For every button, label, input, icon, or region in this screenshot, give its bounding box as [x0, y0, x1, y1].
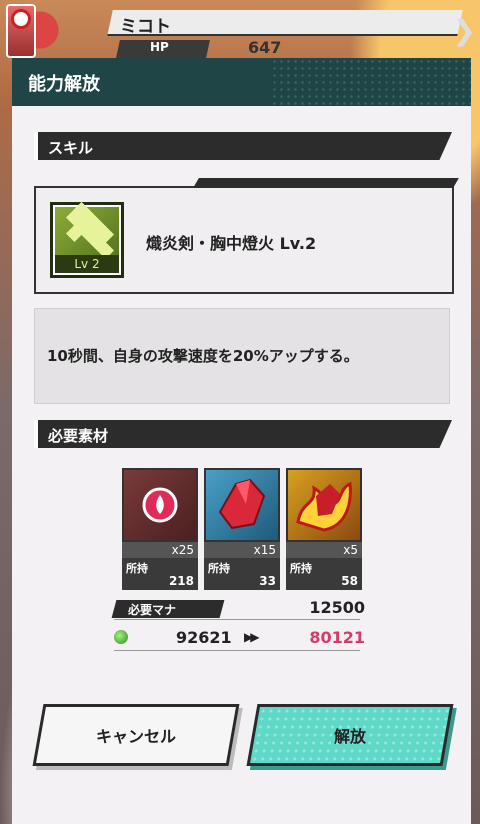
next-chevron-icon[interactable]: ❯ [453, 14, 476, 47]
skill-description-box: 10秒間、自身の攻撃速度を20%アップする。 [34, 308, 450, 404]
material-item[interactable]: x15 所持 33 [204, 468, 280, 590]
owned-label: 所持 [126, 562, 148, 575]
fire-orb-icon [122, 468, 198, 542]
material-required: x25 [122, 542, 198, 558]
material-item[interactable]: x25 所持 218 [122, 468, 198, 590]
mana-icon [114, 630, 128, 644]
release-button-label: 解放 [333, 727, 366, 746]
owned-count: 33 [259, 574, 276, 588]
character-name: ミコト [120, 17, 171, 37]
hp-label: HP [150, 40, 169, 54]
arrow-right-icon: ▶▶ [244, 630, 260, 644]
mana-after: 80121 [309, 628, 365, 647]
flame-crystal-icon [286, 468, 362, 542]
mana-cost: 12500 [309, 598, 365, 617]
dialog-title: 能力解放 [28, 74, 100, 95]
material-required: x15 [204, 542, 280, 558]
materials-list: x25 所持 218 x15 所持 33 x5 所持 58 [122, 468, 364, 590]
skill-name: 熾炎剣・胸中燈火 Lv.2 [146, 234, 317, 253]
skill-section-label: スキル [48, 139, 94, 157]
cancel-button-label: キャンセル [95, 727, 176, 746]
materials-section-label: 必要素材 [48, 427, 109, 445]
skill-level-badge: Lv 2 [55, 255, 119, 273]
owned-label: 所持 [208, 562, 230, 575]
hp-value: 647 [248, 38, 282, 57]
owned-label: 所持 [290, 562, 312, 575]
materials-section-header: 必要素材 [34, 420, 452, 448]
ability-release-dialog: 能力解放 スキル Lv 2 熾炎剣・胸中燈火 Lv.2 10秒間、自身の攻撃速度… [12, 58, 471, 824]
cancel-button[interactable]: キャンセル [32, 704, 240, 766]
character-avatar [6, 4, 36, 58]
owned-count: 218 [168, 574, 194, 588]
double-chevron-up-icon: Lv 2 [50, 201, 124, 278]
material-item[interactable]: x5 所持 58 [286, 468, 362, 590]
dialog-header: 能力解放 [12, 58, 471, 106]
skill-section-header: スキル [34, 132, 452, 160]
release-button[interactable]: 解放 [246, 704, 454, 766]
top-hud: ミコト HP 647 ❯ [0, 0, 480, 66]
skill-description: 10秒間、自身の攻撃速度を20%アップする。 [47, 347, 359, 365]
material-required: x5 [286, 542, 362, 558]
owned-count: 58 [341, 574, 358, 588]
mana-current: 92621 [176, 628, 232, 647]
mana-label: 必要マナ [128, 603, 177, 617]
skill-card: Lv 2 熾炎剣・胸中燈火 Lv.2 [34, 178, 459, 294]
crystal-shard-icon [204, 468, 280, 542]
